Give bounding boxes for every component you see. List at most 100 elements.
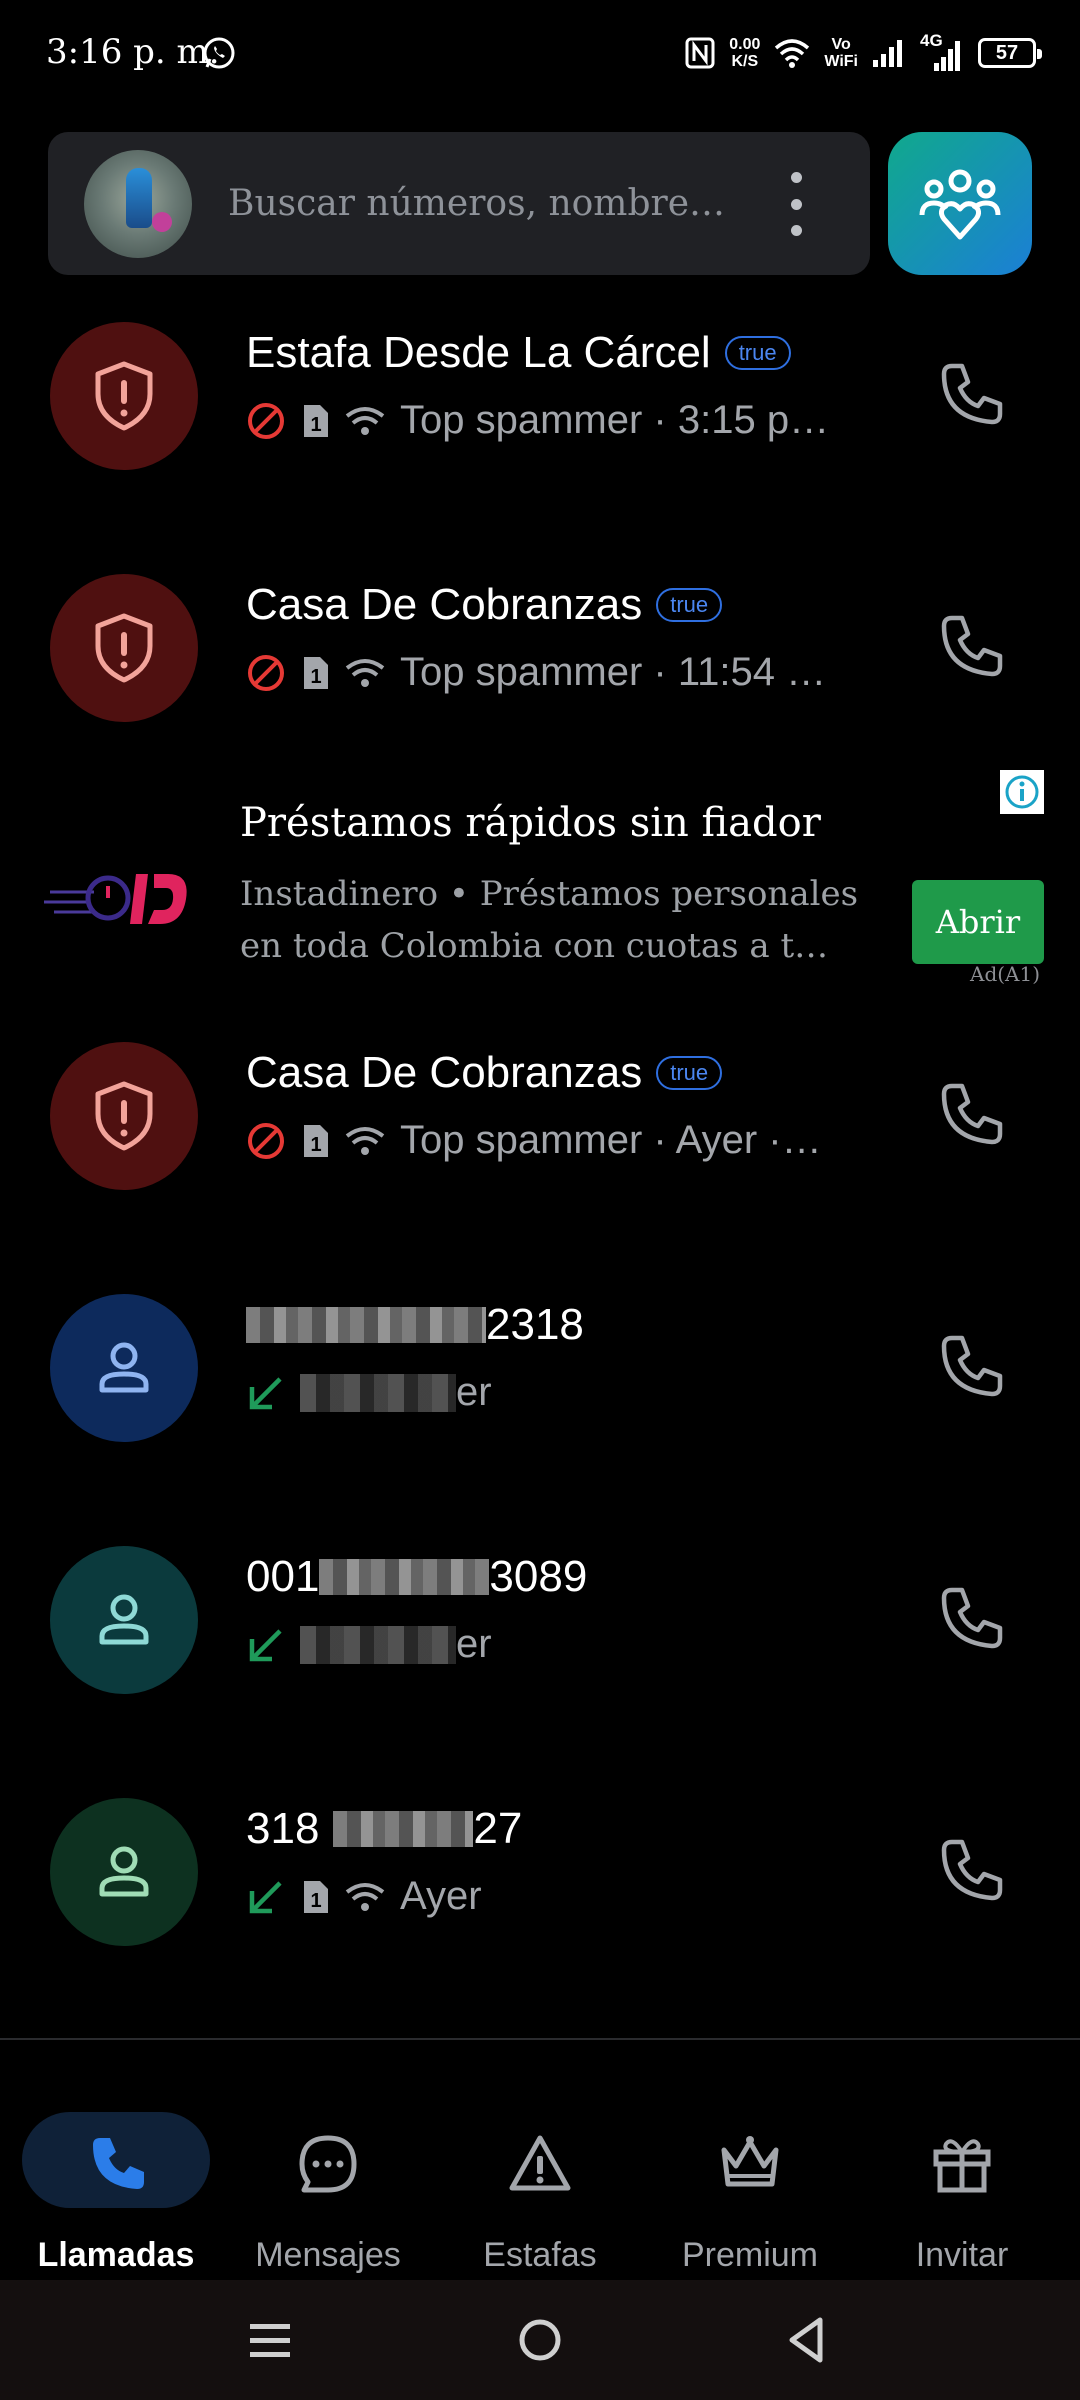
call-button[interactable] xyxy=(930,356,1010,436)
caller-number: 001 3089 xyxy=(246,1552,588,1601)
nav-label: Premium xyxy=(681,2236,819,2274)
shield-alert-icon xyxy=(95,361,153,431)
sim-1-icon: 1 xyxy=(304,404,328,437)
phone-icon xyxy=(93,2138,144,2189)
family-protection-button[interactable] xyxy=(888,132,1032,275)
family-icon xyxy=(919,169,1001,239)
status-bar: 3:16 p. m. 0.00 K/S Vo WiFi 4G 57 xyxy=(0,0,1080,110)
call-details: 1 Top spammer · Ayer ·… xyxy=(246,1118,822,1163)
contact-avatar xyxy=(50,1546,198,1694)
contact-avatar xyxy=(50,1294,198,1442)
net-speed: 0.00 K/S xyxy=(729,36,761,70)
sim-1-icon: 1 xyxy=(304,656,328,689)
call-details: 1 Ayer xyxy=(246,1874,482,1919)
incoming-call-icon xyxy=(249,1880,282,1913)
call-button[interactable] xyxy=(930,608,1010,688)
contact-avatar xyxy=(50,1798,198,1946)
home-icon[interactable] xyxy=(510,2310,570,2370)
ad-open-button[interactable]: Abrir xyxy=(912,880,1044,964)
signal-4g-icon: 4G xyxy=(920,31,964,73)
back-icon[interactable] xyxy=(778,2310,838,2370)
wifi-icon xyxy=(775,39,810,68)
more-options-icon[interactable] xyxy=(784,172,808,236)
sim-1-icon: 1 xyxy=(304,1124,328,1157)
ad-title: Préstamos rápidos sin fiador xyxy=(240,800,821,846)
svg-text:1: 1 xyxy=(310,414,321,436)
vowifi-indicator: Vo WiFi xyxy=(824,36,858,70)
caller-number: 318 27 xyxy=(246,1804,523,1853)
call-details: 1 Top spammer · 3:15 p… xyxy=(246,398,829,443)
redacted-details xyxy=(300,1625,456,1664)
instadinero-logo xyxy=(44,874,187,924)
nav-label: Llamadas xyxy=(37,2236,195,2274)
call-details: 1 Top spammer · 11:54 … xyxy=(246,650,826,695)
blocked-icon xyxy=(248,402,284,439)
incoming-call-icon xyxy=(249,1376,282,1409)
wifi-call-icon xyxy=(345,1126,385,1155)
call-log-row[interactable]: Casa De Cobranzas true 1 Top spammer · A… xyxy=(0,1028,1080,1258)
message-icon xyxy=(299,2135,357,2193)
nav-estafas[interactable]: Estafas xyxy=(434,2076,646,2274)
caller-name: Casa De Cobranzas true xyxy=(246,580,723,630)
nav-label: Estafas xyxy=(483,2236,597,2274)
call-button[interactable] xyxy=(930,1076,1010,1156)
nav-premium[interactable]: Premium xyxy=(644,2076,856,2274)
wifi-call-icon xyxy=(345,658,385,687)
warning-icon xyxy=(509,2135,571,2191)
ad-description: Instadinero • Préstamos personales en to… xyxy=(240,874,859,966)
spam-avatar xyxy=(50,1042,198,1190)
call-button[interactable] xyxy=(930,1832,1010,1912)
svg-text:1: 1 xyxy=(310,666,321,688)
call-log-row[interactable]: 318 27 1 Ayer xyxy=(0,1784,1080,2014)
gift-icon xyxy=(933,2139,991,2193)
bottom-navigation: Llamadas Mensajes Estafas Premium Invita… xyxy=(0,2040,1080,2280)
blocked-icon xyxy=(248,1122,284,1159)
redacted-details xyxy=(300,1373,456,1412)
ad-info-icon[interactable] xyxy=(1000,770,1044,814)
person-icon xyxy=(99,1846,149,1897)
call-log-row[interactable]: 001 3089 er xyxy=(0,1532,1080,1762)
spam-avatar xyxy=(50,574,198,722)
verified-badge: true xyxy=(724,336,791,370)
blocked-icon xyxy=(248,654,284,691)
call-log-row[interactable]: 2318 er xyxy=(0,1280,1080,1510)
nav-label: Invitar xyxy=(915,2236,1009,2274)
whatsapp-icon xyxy=(203,37,235,69)
nav-mensajes[interactable]: Mensajes xyxy=(222,2076,434,2274)
incoming-call-icon xyxy=(249,1628,282,1661)
nav-llamadas[interactable]: Llamadas xyxy=(22,2076,234,2274)
call-details: er xyxy=(246,1622,492,1667)
status-icons: 0.00 K/S Vo WiFi 4G 57 xyxy=(685,28,1042,78)
signal-icon xyxy=(873,40,902,67)
verified-badge: true xyxy=(656,588,723,622)
verified-badge: true xyxy=(656,1056,723,1090)
svg-text:1: 1 xyxy=(310,1134,321,1156)
search-bar[interactable] xyxy=(48,132,870,275)
call-log-row[interactable]: Casa De Cobranzas true 1 Top spammer · 1… xyxy=(0,560,1080,790)
menu-icon[interactable] xyxy=(240,2310,300,2370)
ad-banner[interactable]: Préstamos rápidos sin fiador Instadinero… xyxy=(0,770,1080,1000)
wifi-call-icon xyxy=(345,1882,385,1911)
nfc-icon xyxy=(685,37,715,69)
call-log-row[interactable]: Estafa Desde La Cárcel true 1 Top spamme… xyxy=(0,308,1080,538)
avatar[interactable] xyxy=(84,150,192,258)
wifi-call-icon xyxy=(345,406,385,435)
nav-invitar[interactable]: Invitar xyxy=(856,2076,1068,2274)
caller-name: Casa De Cobranzas true xyxy=(246,1048,723,1098)
person-icon xyxy=(99,1342,149,1393)
search-input[interactable] xyxy=(226,172,790,234)
call-button[interactable] xyxy=(930,1328,1010,1408)
sim-1-icon: 1 xyxy=(304,1880,328,1913)
shield-alert-icon xyxy=(95,613,153,683)
person-icon xyxy=(99,1594,149,1645)
ad-label: Ad(A1) xyxy=(970,962,1041,986)
caller-number: 2318 xyxy=(246,1300,584,1350)
system-navigation-bar xyxy=(0,2280,1080,2400)
battery-indicator: 57 xyxy=(978,38,1042,68)
call-button[interactable] xyxy=(930,1580,1010,1660)
svg-text:1: 1 xyxy=(310,1890,321,1912)
status-time: 3:16 p. m. xyxy=(46,32,220,72)
caller-name: Estafa Desde La Cárcel true xyxy=(246,328,791,378)
nav-label: Mensajes xyxy=(255,2236,401,2274)
shield-alert-icon xyxy=(95,1081,153,1151)
